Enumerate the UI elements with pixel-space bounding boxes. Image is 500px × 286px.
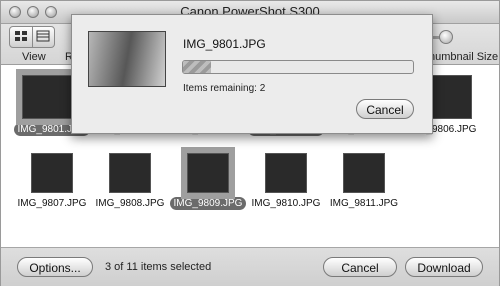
download-progress-fill (183, 61, 211, 73)
photo-thumbnail[interactable]: IMG_9809.JPG (169, 147, 247, 210)
icon-view-icon (14, 30, 28, 45)
icon-view-button[interactable] (10, 27, 32, 47)
thumbnail-filename: IMG_9810.JPG (251, 198, 321, 209)
sheet-cancel-button[interactable]: Cancel (356, 99, 414, 119)
current-photo-preview (88, 31, 166, 87)
thumbnail-image (109, 153, 151, 193)
thumbnail-filename: IMG_9809.JPG (169, 197, 247, 210)
thumbnail-filename: IMG_9807.JPG (17, 198, 87, 209)
photo-thumbnail[interactable]: IMG_9807.JPG (13, 153, 91, 210)
minimize-window-button[interactable] (27, 6, 39, 18)
view-label: View (22, 51, 46, 63)
photo-thumbnail[interactable]: IMG_9811.JPG (325, 153, 403, 210)
options-button[interactable]: Options... (17, 257, 93, 277)
thumbnail-filename: IMG_9808.JPG (95, 198, 165, 209)
zoom-window-button[interactable] (45, 6, 57, 18)
camera-window: Canon PowerShot S300 View Re humbnail Si… (0, 0, 500, 286)
download-progress-bar (182, 60, 414, 74)
list-view-icon (36, 30, 50, 45)
selection-status: 3 of 11 items selected (105, 261, 212, 273)
download-button[interactable]: Download (405, 257, 483, 277)
download-progress-sheet: IMG_9801.JPG Items remaining: 2 Cancel (71, 14, 433, 134)
thumbnail-image (31, 153, 73, 193)
thumbnail-filename: IMG_9811.JPG (329, 198, 399, 209)
photo-thumbnail[interactable]: IMG_9810.JPG (247, 153, 325, 210)
thumbnail-size-slider-knob[interactable] (439, 30, 453, 44)
thumbnail-image (343, 153, 385, 193)
close-window-button[interactable] (9, 6, 21, 18)
cancel-button[interactable]: Cancel (323, 257, 397, 277)
view-mode-segmented-control (9, 26, 55, 48)
items-remaining-text: Items remaining: 2 (183, 83, 266, 94)
thumbnail-image (265, 153, 307, 193)
bottom-bar: Options... 3 of 11 items selected Cancel… (1, 247, 499, 286)
thumbnail-size-label: humbnail Size (429, 51, 499, 63)
thumbnail-image (181, 147, 235, 199)
current-filename: IMG_9801.JPG (183, 37, 266, 51)
photo-thumbnail[interactable]: IMG_9808.JPG (91, 153, 169, 210)
list-view-button[interactable] (31, 27, 55, 47)
